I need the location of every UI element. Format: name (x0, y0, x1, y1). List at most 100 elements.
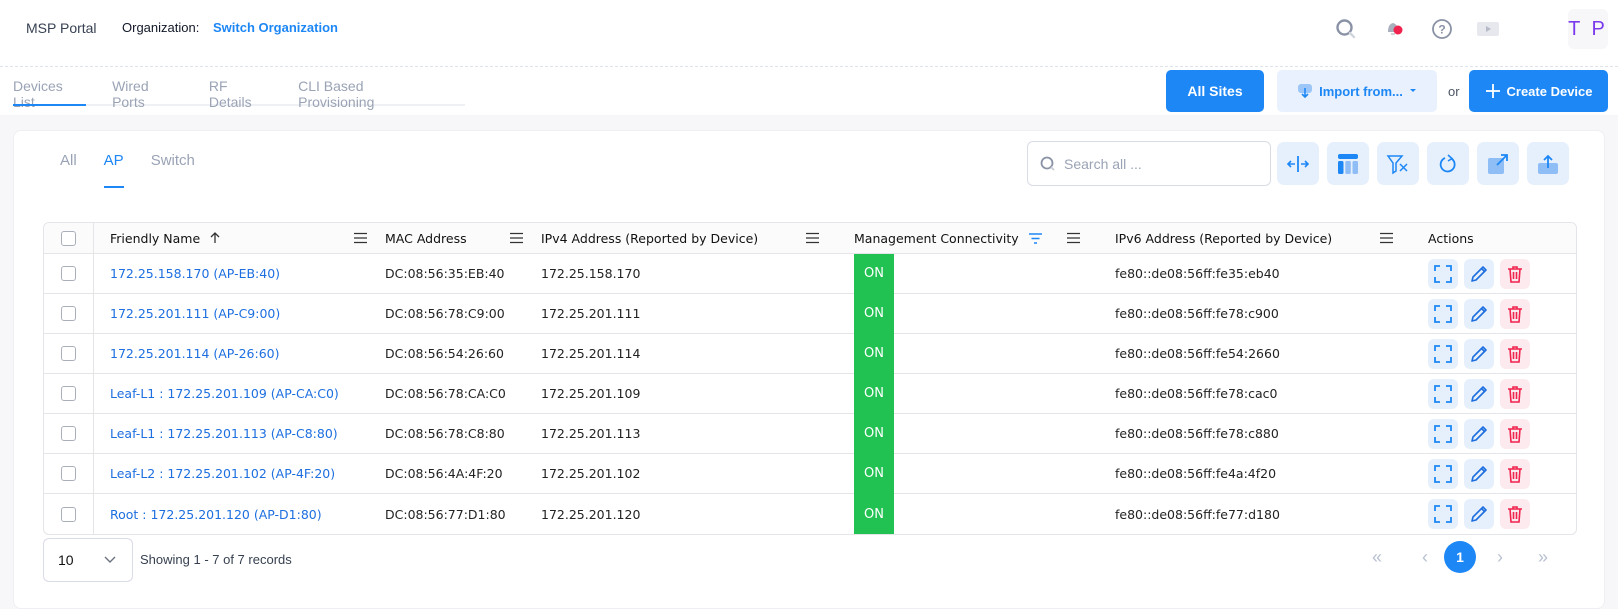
delete-button[interactable] (1500, 338, 1530, 369)
delete-button[interactable] (1500, 378, 1530, 409)
expand-button[interactable] (1428, 458, 1458, 489)
row-checkbox[interactable] (61, 426, 76, 441)
all-sites-button[interactable]: All Sites (1166, 70, 1264, 112)
header-ipv4-address[interactable]: IPv4 Address (Reported by Device) (541, 223, 854, 253)
select-all-checkbox[interactable] (61, 230, 76, 246)
device-name-link[interactable]: Leaf-L1 : 172.25.201.113 (AP-C8:80) (110, 426, 338, 441)
first-page-button[interactable]: « (1372, 541, 1382, 573)
last-page-button[interactable]: » (1538, 541, 1548, 573)
delete-button[interactable] (1500, 499, 1530, 529)
search-icon[interactable] (1333, 16, 1359, 42)
trash-icon (1508, 465, 1522, 483)
expand-button[interactable] (1428, 418, 1458, 449)
row-checkbox[interactable] (61, 386, 76, 401)
device-name-link[interactable]: Leaf-L1 : 172.25.201.109 (AP-CA:C0) (110, 386, 339, 401)
delete-button[interactable] (1500, 298, 1530, 329)
edit-pencil-icon (1471, 305, 1487, 322)
header-management-connectivity[interactable]: Management Connectivity (854, 223, 1115, 253)
help-icon[interactable]: ? (1429, 16, 1455, 42)
edit-button[interactable] (1464, 338, 1494, 369)
previous-page-button[interactable]: ‹ (1422, 541, 1428, 573)
mac-address-cell: DC:08:56:78:CA:C0 (385, 386, 506, 401)
row-checkbox[interactable] (61, 306, 76, 321)
expand-icon (1434, 384, 1452, 403)
friendly-name-cell: Leaf-L2 : 172.25.201.102 (AP-4F:20) (94, 454, 385, 493)
table-row: Leaf-L1 : 172.25.201.113 (AP-C8:80) DC:0… (44, 413, 1576, 454)
brand-title: MSP Portal (26, 20, 97, 36)
header-mac-address[interactable]: MAC Address (385, 223, 541, 253)
column-menu-icon[interactable] (510, 232, 523, 244)
delete-button[interactable] (1500, 418, 1530, 449)
delete-button[interactable] (1500, 458, 1530, 489)
row-checkbox[interactable] (61, 346, 76, 361)
ipv6-address-cell: fe80::de08:56ff:fe78:c880 (1115, 426, 1279, 441)
tab-switch[interactable]: Switch (151, 152, 195, 188)
row-checkbox[interactable] (61, 266, 76, 281)
header-friendly-name[interactable]: Friendly Name (94, 223, 385, 253)
export-upload-button[interactable] (1527, 142, 1569, 185)
video-play-icon[interactable] (1475, 16, 1501, 42)
device-name-link[interactable]: 172.25.201.111 (AP-C9:00) (110, 306, 280, 321)
header-ipv6-address[interactable]: IPv6 Address (Reported by Device) (1115, 223, 1428, 253)
column-menu-icon[interactable] (1380, 232, 1393, 244)
ipv6-address-cell: fe80::de08:56ff:fe78:c900 (1115, 306, 1279, 321)
device-name-link[interactable]: Root : 172.25.201.120 (AP-D1:80) (110, 507, 322, 522)
row-checkbox[interactable] (61, 466, 76, 481)
mac-address-cell: DC:08:56:35:EB:40 (385, 266, 505, 281)
sort-ascending-icon[interactable] (208, 231, 222, 245)
device-name-link[interactable]: 172.25.158.170 (AP-EB:40) (110, 266, 280, 281)
expand-button[interactable] (1428, 338, 1458, 369)
open-external-button[interactable] (1477, 142, 1519, 185)
expand-button[interactable] (1428, 258, 1458, 289)
page-size-select[interactable]: 10 (43, 538, 133, 582)
resize-columns-button[interactable] (1277, 142, 1319, 185)
export-upload-icon (1538, 154, 1558, 174)
tab-cli-provisioning[interactable]: CLI Based Provisioning (298, 72, 439, 110)
trash-icon (1508, 425, 1522, 443)
edit-button[interactable] (1464, 298, 1494, 329)
tab-all[interactable]: All (60, 152, 77, 188)
edit-button[interactable] (1464, 458, 1494, 489)
column-layout-button[interactable] (1327, 142, 1369, 185)
switch-organization-link[interactable]: Switch Organization (213, 20, 338, 35)
filter-active-icon[interactable] (1028, 232, 1042, 244)
column-layout-icon (1338, 153, 1358, 174)
tab-wired-ports[interactable]: Wired Ports (112, 72, 183, 110)
device-name-link[interactable]: Leaf-L2 : 172.25.201.102 (AP-4F:20) (110, 466, 335, 481)
search-input[interactable] (1064, 155, 1254, 172)
expand-button[interactable] (1428, 378, 1458, 409)
row-select-cell (44, 254, 94, 293)
device-name-link[interactable]: 172.25.201.114 (AP-26:60) (110, 346, 279, 361)
create-device-button[interactable]: Create Device (1469, 70, 1608, 112)
edit-pencil-icon (1471, 345, 1487, 362)
next-page-button[interactable]: › (1497, 541, 1503, 573)
tab-devices-list[interactable]: Devices List (13, 72, 87, 110)
edit-button[interactable] (1464, 258, 1494, 289)
clear-filter-button[interactable] (1377, 142, 1419, 185)
management-connectivity-cell: ON (854, 413, 1115, 454)
tab-ap[interactable]: AP (103, 152, 124, 188)
header-divider (0, 66, 1618, 67)
status-badge: ON (854, 494, 894, 534)
management-connectivity-cell: ON (854, 453, 1115, 494)
column-menu-icon[interactable] (806, 232, 819, 244)
import-from-dropdown[interactable]: Import from... (1277, 70, 1437, 112)
row-checkbox[interactable] (61, 506, 76, 522)
notification-bell-icon[interactable] (1381, 16, 1407, 42)
edit-button[interactable] (1464, 378, 1494, 409)
edit-button[interactable] (1464, 499, 1494, 529)
refresh-button[interactable] (1427, 142, 1469, 185)
edit-button[interactable] (1464, 418, 1494, 449)
expand-icon (1434, 264, 1452, 283)
column-menu-icon[interactable] (1067, 232, 1080, 244)
delete-button[interactable] (1500, 258, 1530, 289)
page-1-button[interactable]: 1 (1444, 541, 1476, 573)
page-size-value: 10 (58, 552, 74, 568)
expand-button[interactable] (1428, 499, 1458, 529)
user-avatar[interactable]: T P (1568, 9, 1608, 49)
tab-rf-details[interactable]: RF Details (209, 72, 272, 110)
expand-button[interactable] (1428, 298, 1458, 329)
status-badge: ON (854, 413, 894, 454)
edit-pencil-icon (1471, 265, 1487, 282)
column-menu-icon[interactable] (354, 232, 367, 244)
